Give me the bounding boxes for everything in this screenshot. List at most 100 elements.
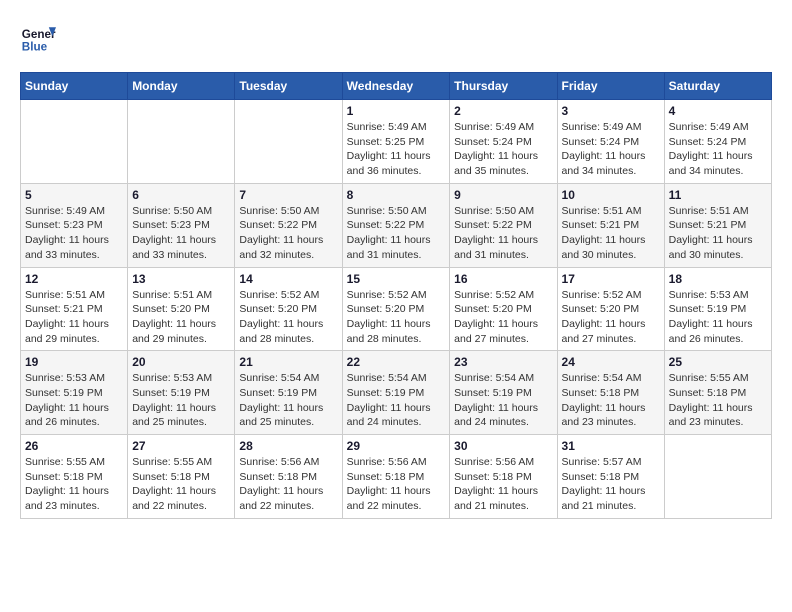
day-info: Sunrise: 5:52 AM Sunset: 5:20 PM Dayligh…	[239, 288, 337, 347]
day-number: 29	[347, 439, 446, 453]
day-info: Sunrise: 5:49 AM Sunset: 5:23 PM Dayligh…	[25, 204, 123, 263]
calendar-header-monday: Monday	[128, 73, 235, 100]
day-number: 22	[347, 355, 446, 369]
calendar-cell: 21 Sunrise: 5:54 AM Sunset: 5:19 PM Dayli…	[235, 351, 342, 435]
day-number: 1	[347, 104, 446, 118]
day-number: 17	[562, 272, 660, 286]
day-number: 7	[239, 188, 337, 202]
day-number: 24	[562, 355, 660, 369]
day-info: Sunrise: 5:49 AM Sunset: 5:24 PM Dayligh…	[454, 120, 552, 179]
calendar-cell: 17 Sunrise: 5:52 AM Sunset: 5:20 PM Dayli…	[557, 267, 664, 351]
day-number: 30	[454, 439, 552, 453]
svg-text:Blue: Blue	[22, 41, 48, 54]
calendar-cell: 15 Sunrise: 5:52 AM Sunset: 5:20 PM Dayli…	[342, 267, 450, 351]
day-number: 27	[132, 439, 230, 453]
calendar-cell: 20 Sunrise: 5:53 AM Sunset: 5:19 PM Dayli…	[128, 351, 235, 435]
day-info: Sunrise: 5:52 AM Sunset: 5:20 PM Dayligh…	[454, 288, 552, 347]
day-number: 11	[669, 188, 767, 202]
calendar-cell	[21, 100, 128, 184]
calendar-header-friday: Friday	[557, 73, 664, 100]
calendar-header-sunday: Sunday	[21, 73, 128, 100]
day-number: 28	[239, 439, 337, 453]
calendar-cell: 28 Sunrise: 5:56 AM Sunset: 5:18 PM Dayli…	[235, 435, 342, 519]
day-number: 21	[239, 355, 337, 369]
calendar-cell: 25 Sunrise: 5:55 AM Sunset: 5:18 PM Dayli…	[664, 351, 771, 435]
calendar-cell: 29 Sunrise: 5:56 AM Sunset: 5:18 PM Dayli…	[342, 435, 450, 519]
day-info: Sunrise: 5:54 AM Sunset: 5:19 PM Dayligh…	[239, 371, 337, 430]
calendar-cell: 3Sunrise: 5:49 AM Sunset: 5:24 PM Daylig…	[557, 100, 664, 184]
day-number: 10	[562, 188, 660, 202]
day-number: 20	[132, 355, 230, 369]
day-number: 2	[454, 104, 552, 118]
day-number: 23	[454, 355, 552, 369]
calendar-cell: 5 Sunrise: 5:49 AM Sunset: 5:23 PM Daylig…	[21, 183, 128, 267]
day-info: Sunrise: 5:52 AM Sunset: 5:20 PM Dayligh…	[562, 288, 660, 347]
calendar-cell: 18Sunrise: 5:53 AM Sunset: 5:19 PM Dayli…	[664, 267, 771, 351]
calendar-cell: 31Sunrise: 5:57 AM Sunset: 5:18 PM Dayli…	[557, 435, 664, 519]
calendar-cell: 9 Sunrise: 5:50 AM Sunset: 5:22 PM Daylig…	[450, 183, 557, 267]
logo: General Blue	[20, 20, 60, 56]
day-number: 4	[669, 104, 767, 118]
day-info: Sunrise: 5:53 AM Sunset: 5:19 PM Dayligh…	[132, 371, 230, 430]
day-info: Sunrise: 5:49 AM Sunset: 5:24 PM Dayligh…	[562, 120, 660, 179]
day-info: Sunrise: 5:51 AM Sunset: 5:21 PM Dayligh…	[562, 204, 660, 263]
day-info: Sunrise: 5:49 AM Sunset: 5:25 PM Dayligh…	[347, 120, 446, 179]
calendar-cell: 8 Sunrise: 5:50 AM Sunset: 5:22 PM Daylig…	[342, 183, 450, 267]
calendar-cell	[128, 100, 235, 184]
logo-icon: General Blue	[20, 20, 56, 56]
day-info: Sunrise: 5:54 AM Sunset: 5:19 PM Dayligh…	[454, 371, 552, 430]
calendar-cell: 22Sunrise: 5:54 AM Sunset: 5:19 PM Dayli…	[342, 351, 450, 435]
day-info: Sunrise: 5:50 AM Sunset: 5:22 PM Dayligh…	[347, 204, 446, 263]
day-number: 13	[132, 272, 230, 286]
day-info: Sunrise: 5:50 AM Sunset: 5:22 PM Dayligh…	[239, 204, 337, 263]
calendar-week-row: 5 Sunrise: 5:49 AM Sunset: 5:23 PM Daylig…	[21, 183, 772, 267]
calendar-week-row: 26 Sunrise: 5:55 AM Sunset: 5:18 PM Dayli…	[21, 435, 772, 519]
day-info: Sunrise: 5:56 AM Sunset: 5:18 PM Dayligh…	[347, 455, 446, 514]
day-info: Sunrise: 5:53 AM Sunset: 5:19 PM Dayligh…	[25, 371, 123, 430]
calendar-cell: 4 Sunrise: 5:49 AM Sunset: 5:24 PM Daylig…	[664, 100, 771, 184]
day-info: Sunrise: 5:57 AM Sunset: 5:18 PM Dayligh…	[562, 455, 660, 514]
day-number: 9	[454, 188, 552, 202]
calendar-week-row: 19 Sunrise: 5:53 AM Sunset: 5:19 PM Dayli…	[21, 351, 772, 435]
calendar-cell: 14Sunrise: 5:52 AM Sunset: 5:20 PM Dayli…	[235, 267, 342, 351]
day-info: Sunrise: 5:50 AM Sunset: 5:22 PM Dayligh…	[454, 204, 552, 263]
calendar-header-row: SundayMondayTuesdayWednesdayThursdayFrid…	[21, 73, 772, 100]
day-number: 25	[669, 355, 767, 369]
day-info: Sunrise: 5:51 AM Sunset: 5:21 PM Dayligh…	[669, 204, 767, 263]
calendar-cell: 6 Sunrise: 5:50 AM Sunset: 5:23 PM Daylig…	[128, 183, 235, 267]
day-info: Sunrise: 5:51 AM Sunset: 5:20 PM Dayligh…	[132, 288, 230, 347]
calendar-cell: 1 Sunrise: 5:49 AM Sunset: 5:25 PM Daylig…	[342, 100, 450, 184]
calendar-cell: 12 Sunrise: 5:51 AM Sunset: 5:21 PM Dayli…	[21, 267, 128, 351]
day-number: 12	[25, 272, 123, 286]
calendar-table: SundayMondayTuesdayWednesdayThursdayFrid…	[20, 72, 772, 519]
day-number: 19	[25, 355, 123, 369]
calendar-cell: 11 Sunrise: 5:51 AM Sunset: 5:21 PM Dayli…	[664, 183, 771, 267]
day-number: 5	[25, 188, 123, 202]
day-number: 6	[132, 188, 230, 202]
calendar-cell: 7 Sunrise: 5:50 AM Sunset: 5:22 PM Daylig…	[235, 183, 342, 267]
calendar-cell	[664, 435, 771, 519]
day-number: 8	[347, 188, 446, 202]
day-number: 16	[454, 272, 552, 286]
day-number: 15	[347, 272, 446, 286]
day-info: Sunrise: 5:50 AM Sunset: 5:23 PM Dayligh…	[132, 204, 230, 263]
calendar-cell: 10 Sunrise: 5:51 AM Sunset: 5:21 PM Dayli…	[557, 183, 664, 267]
calendar-cell: 26 Sunrise: 5:55 AM Sunset: 5:18 PM Dayli…	[21, 435, 128, 519]
calendar-header-tuesday: Tuesday	[235, 73, 342, 100]
calendar-cell: 2 Sunrise: 5:49 AM Sunset: 5:24 PM Daylig…	[450, 100, 557, 184]
day-info: Sunrise: 5:55 AM Sunset: 5:18 PM Dayligh…	[25, 455, 123, 514]
day-info: Sunrise: 5:56 AM Sunset: 5:18 PM Dayligh…	[239, 455, 337, 514]
day-info: Sunrise: 5:55 AM Sunset: 5:18 PM Dayligh…	[132, 455, 230, 514]
day-info: Sunrise: 5:56 AM Sunset: 5:18 PM Dayligh…	[454, 455, 552, 514]
calendar-cell: 16 Sunrise: 5:52 AM Sunset: 5:20 PM Dayli…	[450, 267, 557, 351]
calendar-cell: 23 Sunrise: 5:54 AM Sunset: 5:19 PM Dayli…	[450, 351, 557, 435]
day-info: Sunrise: 5:55 AM Sunset: 5:18 PM Dayligh…	[669, 371, 767, 430]
day-info: Sunrise: 5:52 AM Sunset: 5:20 PM Dayligh…	[347, 288, 446, 347]
calendar-header-wednesday: Wednesday	[342, 73, 450, 100]
day-info: Sunrise: 5:51 AM Sunset: 5:21 PM Dayligh…	[25, 288, 123, 347]
calendar-header-saturday: Saturday	[664, 73, 771, 100]
calendar-cell	[235, 100, 342, 184]
day-number: 26	[25, 439, 123, 453]
day-info: Sunrise: 5:53 AM Sunset: 5:19 PM Dayligh…	[669, 288, 767, 347]
day-info: Sunrise: 5:49 AM Sunset: 5:24 PM Dayligh…	[669, 120, 767, 179]
